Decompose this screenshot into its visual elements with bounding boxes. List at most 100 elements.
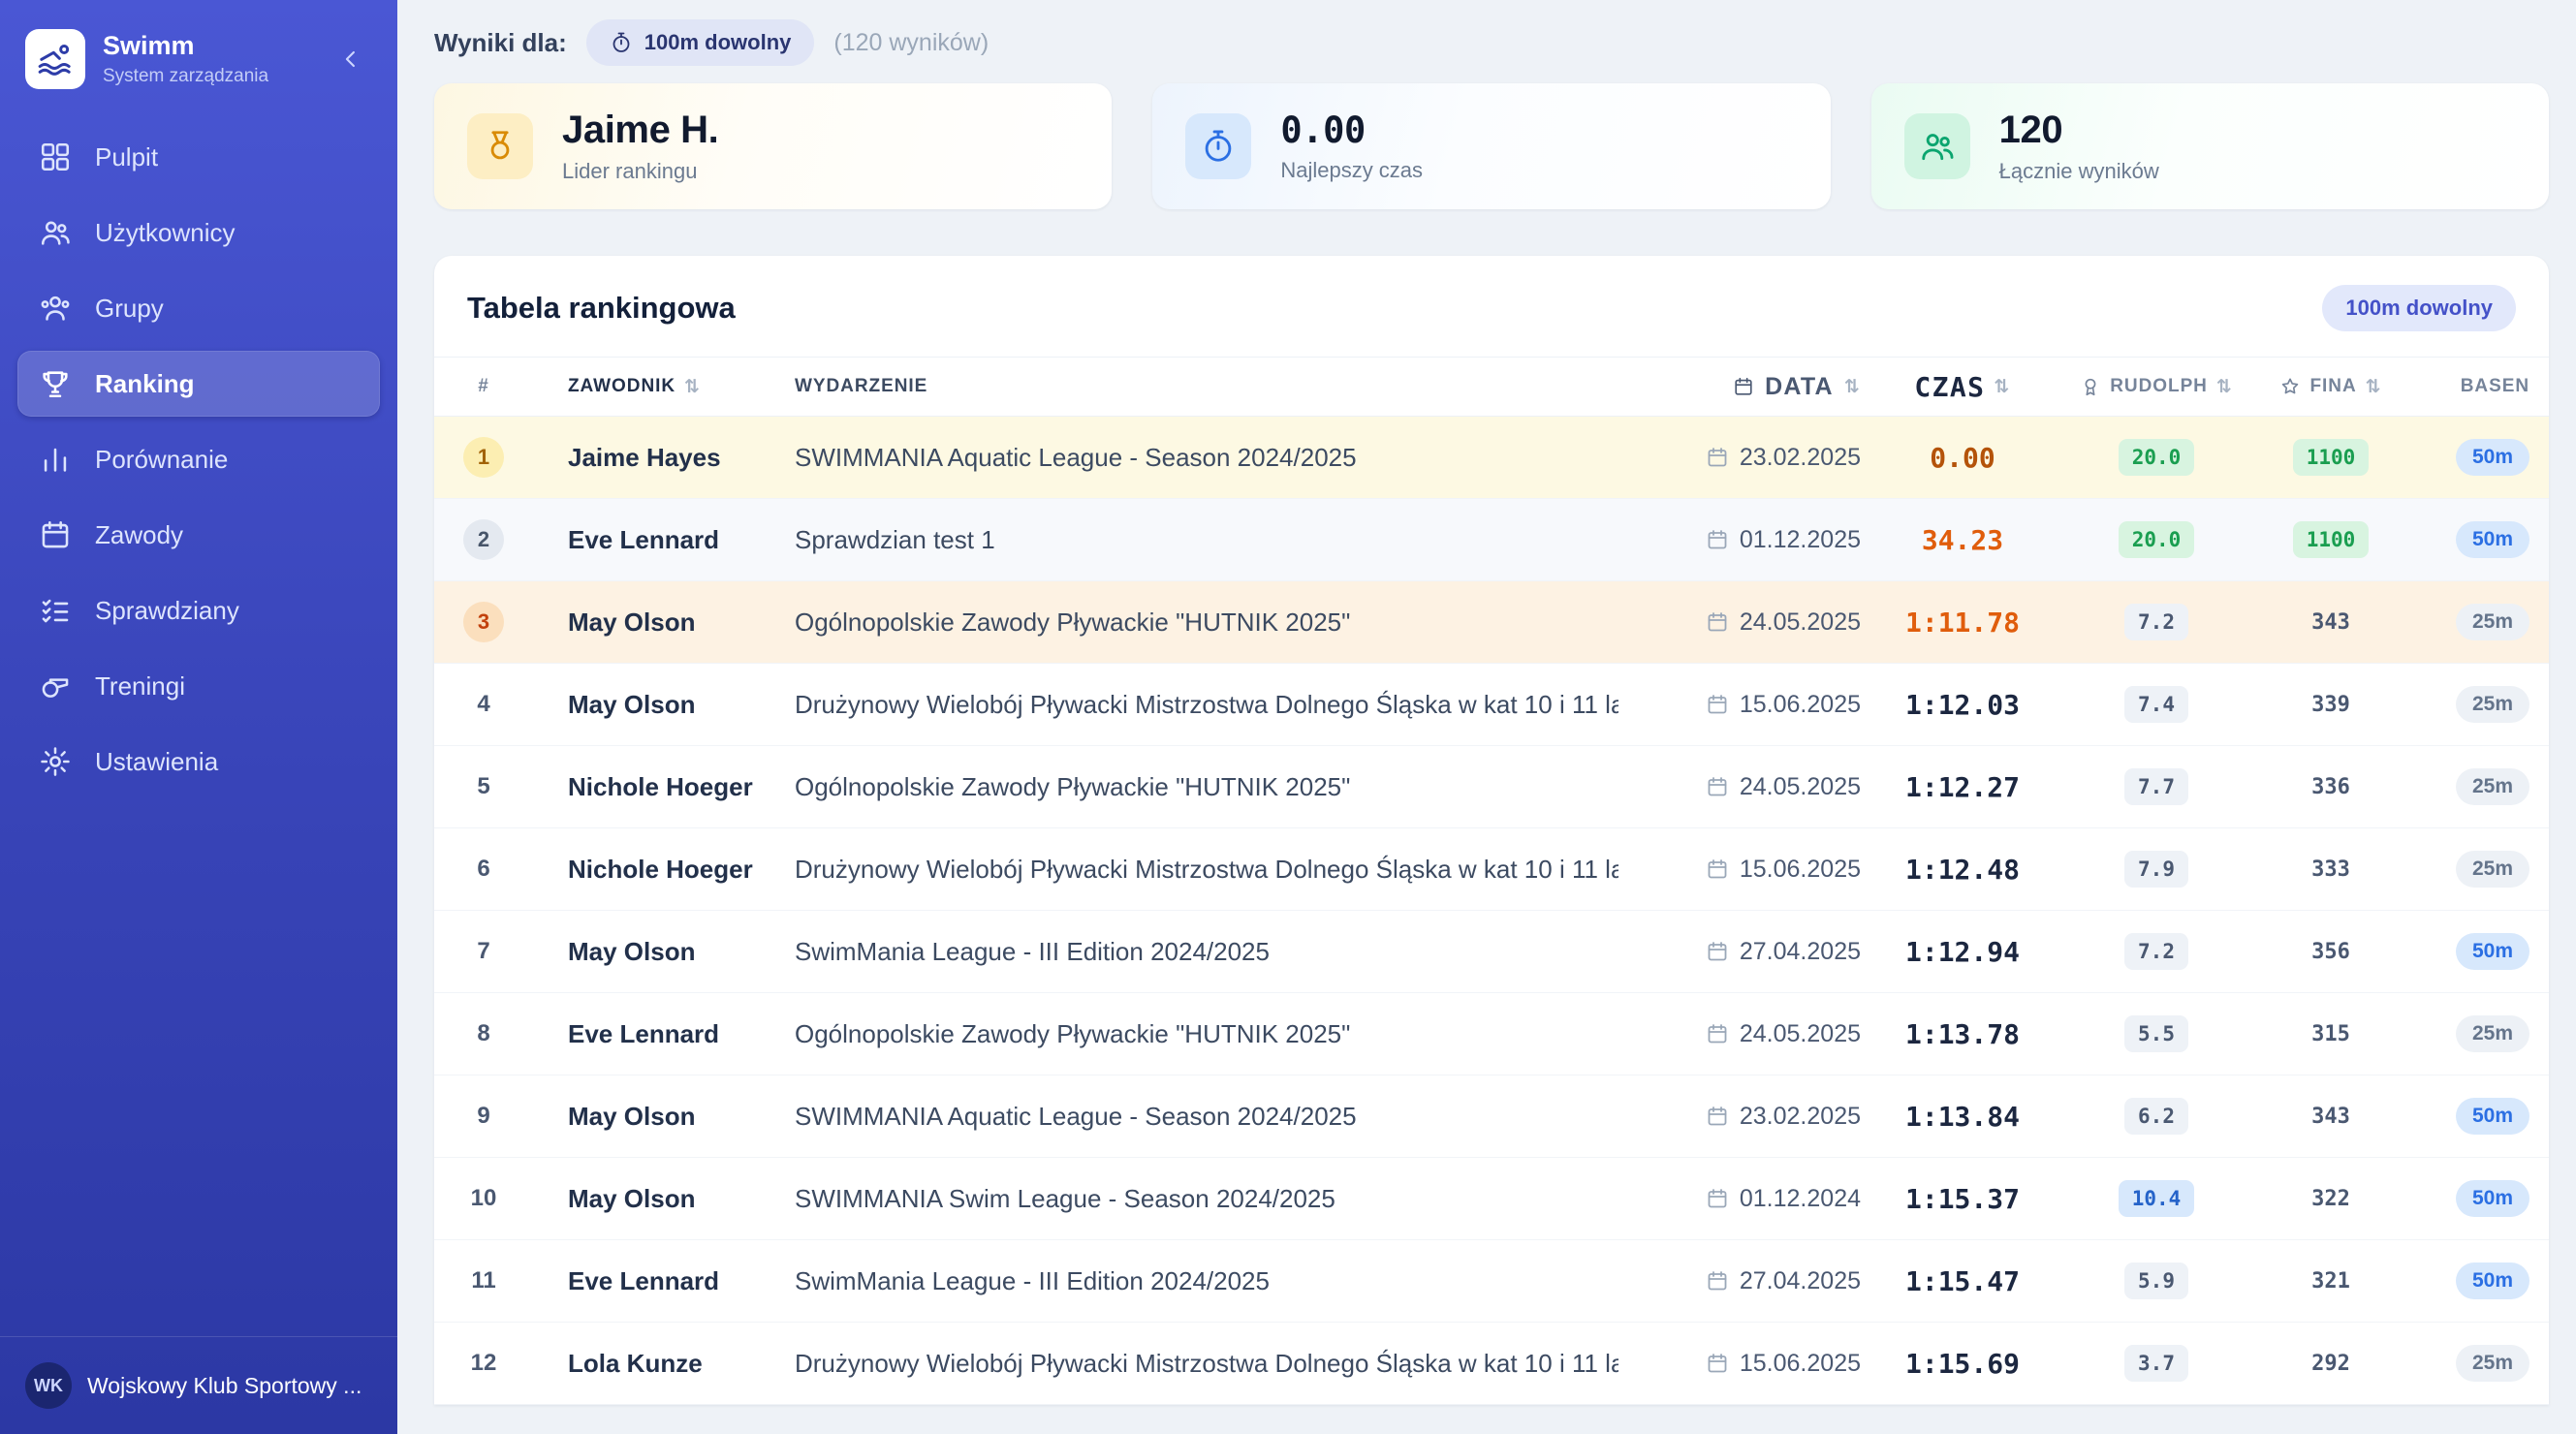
result-date: 24.05.2025 (1618, 608, 1861, 637)
sidebar-item-sprawdziany[interactable]: Sprawdziany (17, 577, 380, 643)
stat-text: 120 Łącznie wyników (1999, 109, 2159, 184)
swimmer-name: May Olson (514, 690, 795, 720)
sidebar-item-pulpit[interactable]: Pulpit (17, 124, 380, 190)
pool-badge: 25m (2456, 1345, 2529, 1382)
calendar-icon (1706, 446, 1729, 469)
fina-points: 1100 (2293, 521, 2370, 558)
fina-points: 356 (2311, 940, 2350, 964)
pool-badge: 25m (2456, 1015, 2529, 1052)
result-time: 1:11.78 (1861, 607, 2064, 639)
fina-points: 343 (2311, 1105, 2350, 1129)
rudolph-score: 20.0 (2119, 521, 2195, 558)
chart-icon (39, 443, 72, 476)
event-name: Ogólnopolskie Zawody Pływackie "HUTNIK 2… (795, 1019, 1618, 1049)
table-row[interactable]: 12Lola KunzeDrużynowy Wielobój Pływacki … (434, 1323, 2549, 1405)
swimmer-name: Jaime Hayes (514, 443, 795, 473)
table-row[interactable]: 11Eve LennardSwimMania League - III Edit… (434, 1240, 2549, 1323)
table-event-badge: 100m dowolny (2322, 285, 2516, 331)
sidebar-item-uzytkownicy[interactable]: Użytkownicy (17, 200, 380, 265)
fina-points: 315 (2311, 1022, 2350, 1046)
event-name: Ogólnopolskie Zawody Pływackie "HUTNIK 2… (795, 772, 1618, 802)
stat-card: 0.00Najlepszy czas (1152, 83, 1830, 209)
table-row[interactable]: 4May OlsonDrużynowy Wielobój Pływacki Mi… (434, 664, 2549, 746)
table-column-headers: #Zawodnik⇅WydarzenieData⇅Czas⇅Rudolph⇅FI… (434, 357, 2549, 417)
stat-card: Jaime H.Lider rankingu (434, 83, 1112, 209)
sidebar-item-ranking[interactable]: Ranking (17, 351, 380, 417)
rank-badge: 9 (463, 1096, 504, 1137)
gear-icon (39, 745, 72, 778)
whistle-icon (39, 670, 72, 702)
table-row[interactable]: 5Nichole HoegerOgólnopolskie Zawody Pływ… (434, 746, 2549, 828)
result-time: 34.23 (1861, 524, 2064, 556)
sidebar-item-label: Ustawienia (95, 747, 218, 777)
table-row[interactable]: 10May OlsonSWIMMANIA Swim League - Seaso… (434, 1158, 2549, 1240)
sidebar-item-treningi[interactable]: Treningi (17, 653, 380, 719)
group-icon (39, 292, 72, 325)
fina-points: 333 (2311, 857, 2350, 882)
stats-row: Jaime H.Lider rankingu 0.00Najlepszy czas… (434, 83, 2549, 209)
sidebar-item-grupy[interactable]: Grupy (17, 275, 380, 341)
users-icon (1904, 113, 1970, 179)
calendar-icon (1706, 1105, 1729, 1128)
ranking-table-card: Tabela rankingowa 100m dowolny #Zawodnik… (434, 256, 2549, 1405)
column-header-fina[interactable]: FINA⇅ (2248, 376, 2413, 397)
rudolph-score: 5.9 (2124, 1263, 2188, 1299)
event-name: Ogólnopolskie Zawody Pływackie "HUTNIK 2… (795, 608, 1618, 638)
stat-label: Łącznie wyników (1999, 159, 2159, 184)
table-row[interactable]: 6Nichole HoegerDrużynowy Wielobój Pływac… (434, 828, 2549, 911)
swimmer-name: Nichole Hoeger (514, 855, 795, 885)
sidebar-footer[interactable]: WK Wojskowy Klub Sportowy ... (0, 1336, 397, 1434)
rudolph-score: 5.5 (2124, 1015, 2188, 1052)
stat-value: 120 (1999, 109, 2159, 152)
fina-points: 322 (2311, 1187, 2350, 1211)
table-row[interactable]: 9May OlsonSWIMMANIA Aquatic League - Sea… (434, 1076, 2549, 1158)
column-header-basen: Basen (2413, 376, 2529, 397)
stat-value: 0.00 (1280, 109, 1423, 151)
sidebar-item-label: Użytkownicy (95, 218, 235, 248)
pool-badge: 25m (2456, 768, 2529, 805)
rank-badge: 10 (463, 1178, 504, 1219)
event-filter-label: 100m dowolny (644, 30, 792, 55)
result-time: 1:12.48 (1861, 854, 2064, 886)
rank-badge: 2 (463, 519, 504, 560)
event-filter-pill[interactable]: 100m dowolny (586, 19, 815, 66)
sort-icon: ⇅ (684, 376, 701, 397)
pool-badge: 50m (2456, 439, 2529, 476)
sidebar-item-porownanie[interactable]: Porównanie (17, 426, 380, 492)
pool-badge: 50m (2456, 1180, 2529, 1217)
table-row[interactable]: 3May OlsonOgólnopolskie Zawody Pływackie… (434, 581, 2549, 664)
result-date: 15.06.2025 (1618, 691, 1861, 719)
sidebar-item-ustawienia[interactable]: Ustawienia (17, 729, 380, 795)
column-header-time[interactable]: Czas⇅ (1861, 371, 2064, 403)
event-name: SwimMania League - III Edition 2024/2025 (795, 1266, 1618, 1296)
grid-icon (39, 140, 72, 173)
table-row[interactable]: 2Eve LennardSprawdzian test 101.12.20253… (434, 499, 2549, 581)
column-header-date[interactable]: Data⇅ (1618, 373, 1861, 401)
results-count: (120 wyników) (833, 29, 989, 57)
sidebar-item-label: Treningi (95, 671, 185, 701)
result-time: 1:12.94 (1861, 936, 2064, 968)
swimmer-name: May Olson (514, 608, 795, 638)
column-label: # (478, 376, 489, 397)
chevron-left-icon (337, 46, 364, 73)
column-header-swimmer[interactable]: Zawodnik⇅ (514, 376, 795, 397)
sort-icon: ⇅ (1994, 376, 2010, 397)
rudolph-score: 20.0 (2119, 439, 2195, 476)
result-time: 1:13.78 (1861, 1018, 2064, 1050)
table-row[interactable]: 1Jaime HayesSWIMMANIA Aquatic League - S… (434, 417, 2549, 499)
sidebar-item-label: Ranking (95, 369, 195, 399)
calendar-icon (1706, 775, 1729, 798)
rudolph-score: 6.2 (2124, 1098, 2188, 1135)
sidebar-collapse-button[interactable] (330, 38, 372, 80)
result-date: 23.02.2025 (1618, 1103, 1861, 1131)
column-header-rudolph[interactable]: Rudolph⇅ (2064, 376, 2248, 397)
table-row[interactable]: 7May OlsonSwimMania League - III Edition… (434, 911, 2549, 993)
swimmer-name: Eve Lennard (514, 525, 795, 555)
column-label: Rudolph (2110, 376, 2208, 397)
topbar: Wyniki dla: 100m dowolny (120 wyników) (434, 17, 2549, 68)
sidebar: Swimm System zarządzania PulpitUżytkowni… (0, 0, 397, 1434)
sidebar-item-zawody[interactable]: Zawody (17, 502, 380, 568)
event-name: SwimMania League - III Edition 2024/2025 (795, 937, 1618, 967)
rank-badge: 7 (463, 931, 504, 972)
table-row[interactable]: 8Eve LennardOgólnopolskie Zawody Pływack… (434, 993, 2549, 1076)
